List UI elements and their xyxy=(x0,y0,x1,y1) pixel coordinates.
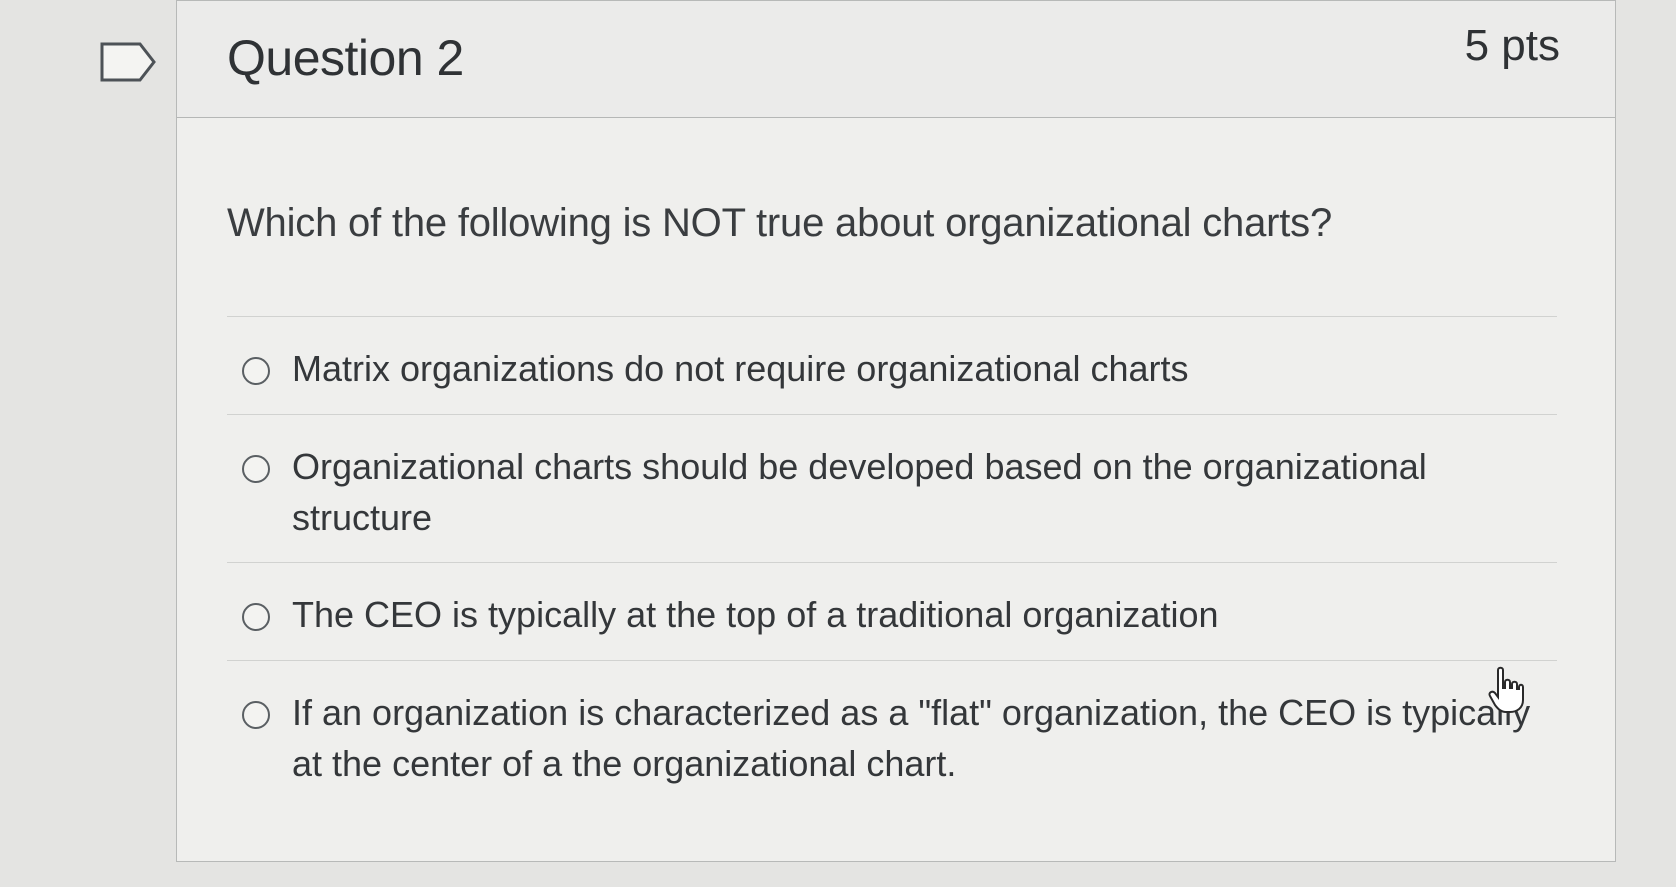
answer-list: Matrix organizations do not require orga… xyxy=(227,316,1557,810)
hand-pointer-icon xyxy=(1488,666,1524,713)
question-text: Which of the following is NOT true about… xyxy=(227,201,1333,245)
answer-label[interactable]: If an organization is characterized as a… xyxy=(292,687,1532,789)
answer-option[interactable]: The CEO is typically at the top of a tra… xyxy=(227,562,1557,660)
question-points: 5 pts xyxy=(1464,21,1560,70)
answer-option[interactable]: Matrix organizations do not require orga… xyxy=(227,316,1557,414)
radio-button[interactable] xyxy=(242,701,270,729)
answer-option[interactable]: Organizational charts should be develope… xyxy=(227,414,1557,562)
answer-label[interactable]: Matrix organizations do not require orga… xyxy=(292,343,1532,394)
answer-label[interactable]: The CEO is typically at the top of a tra… xyxy=(292,589,1532,640)
answer-label[interactable]: Organizational charts should be develope… xyxy=(292,441,1532,543)
radio-button[interactable] xyxy=(242,455,270,483)
radio-button[interactable] xyxy=(242,357,270,385)
question-card: Question 2 5 pts Which of the following … xyxy=(176,0,1616,862)
flag-question-icon[interactable] xyxy=(100,42,156,82)
question-header: Question 2 5 pts xyxy=(177,1,1615,118)
radio-button[interactable] xyxy=(242,603,270,631)
question-title: Question 2 xyxy=(227,30,464,86)
answer-option[interactable]: If an organization is characterized as a… xyxy=(227,660,1557,810)
